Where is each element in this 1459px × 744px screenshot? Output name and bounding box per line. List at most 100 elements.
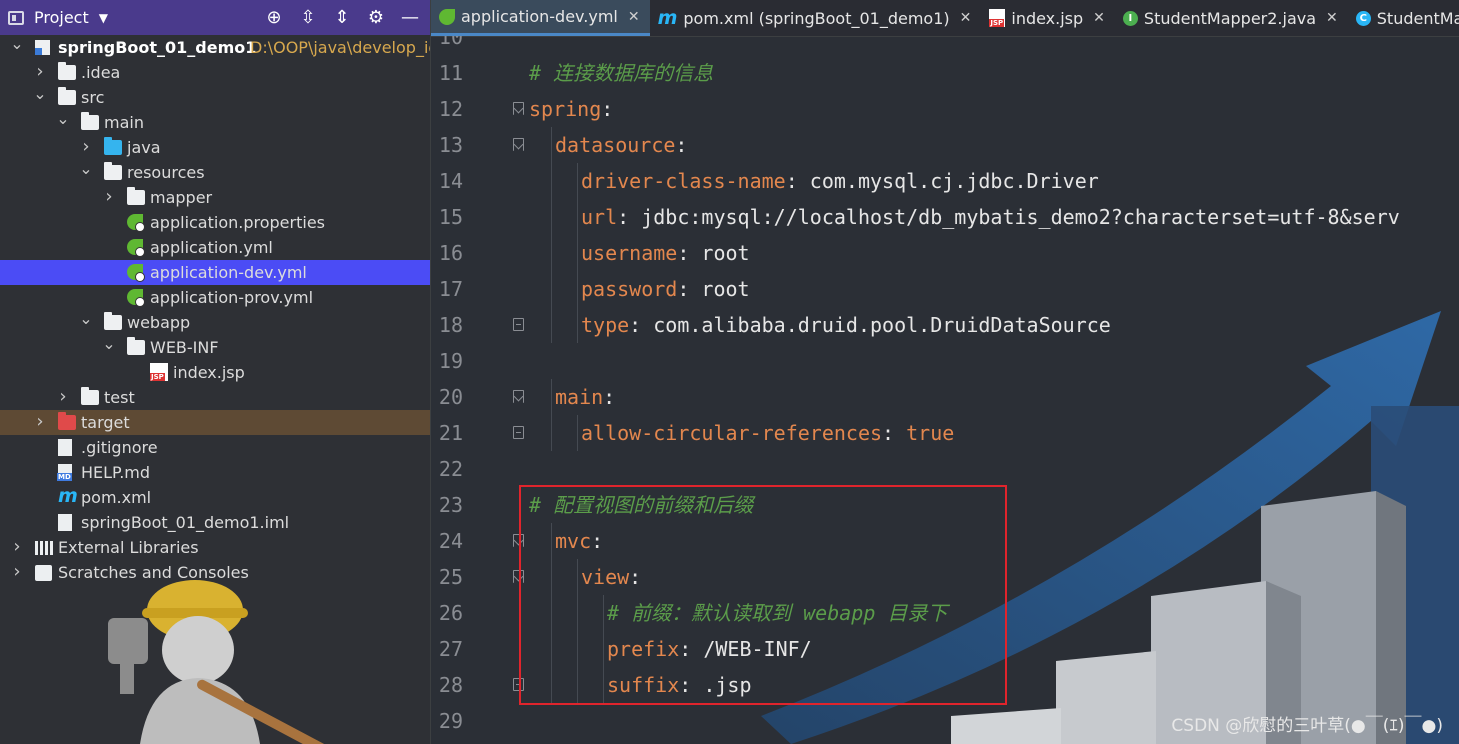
chevron-right-icon[interactable]: › — [10, 535, 24, 559]
tree-item-idea[interactable]: › .idea — [0, 60, 430, 85]
line-number: 12 — [438, 97, 463, 121]
code-text: # 连接数据库的信息 — [529, 55, 713, 91]
tree-item-application-properties[interactable]: application.properties — [0, 210, 430, 235]
tree-item-label: .idea — [81, 63, 121, 82]
chevron-down-icon[interactable]: ⌄ — [10, 35, 24, 53]
tree-item-help-md[interactable]: HELP.md — [0, 460, 430, 485]
code-line: 26 # 前缀：默认读取到 webapp 目录下 — [431, 595, 1459, 631]
tree-item-springboot-01-demo1[interactable]: ⌄ springBoot_01_demo1 D:\OOP\java\develop_… — [0, 35, 430, 60]
close-icon[interactable]: ✕ — [628, 9, 640, 25]
tree-item-application-yml[interactable]: application.yml — [0, 235, 430, 260]
chevron-right-icon[interactable]: › — [33, 410, 47, 434]
tab-pom-xml-springboot-01-demo1[interactable]: m pom.xml (springBoot_01_demo1) ✕ — [650, 0, 982, 36]
tree-item-label: mapper — [150, 188, 213, 207]
chevron-right-icon[interactable]: › — [79, 135, 93, 159]
fold-open-icon[interactable] — [513, 534, 524, 547]
chevron-right-icon[interactable]: › — [10, 560, 24, 584]
tree-item-label: External Libraries — [58, 538, 199, 557]
fold-open-icon[interactable] — [513, 138, 524, 151]
code-text: # 配置视图的前缀和后缀 — [529, 487, 753, 523]
code-editor[interactable]: 10 11 # 连接数据库的信息 12 spring: 13 datasource: 14 dr… — [431, 36, 1459, 744]
tree-item-external-libraries[interactable]: › External Libraries — [0, 535, 430, 560]
indent-guide — [551, 271, 552, 307]
tree-item-webapp[interactable]: ⌄ webapp — [0, 310, 430, 335]
tree-item-java[interactable]: › java — [0, 135, 430, 160]
gear-icon[interactable]: ⚙ — [366, 7, 386, 28]
fold-close-icon[interactable] — [513, 426, 524, 439]
tree-item-test[interactable]: › test — [0, 385, 430, 410]
fold-close-icon[interactable] — [513, 318, 524, 331]
close-icon[interactable]: ✕ — [960, 10, 972, 26]
tab-application-dev-yml[interactable]: application-dev.yml ✕ — [431, 0, 650, 36]
yaml-key: username — [581, 241, 678, 265]
fold-open-icon[interactable] — [513, 390, 524, 403]
line-number: 28 — [438, 673, 463, 697]
module-icon — [35, 40, 50, 55]
chevron-down-icon[interactable]: ⌄ — [79, 310, 93, 328]
chevron-right-icon[interactable]: › — [56, 385, 70, 409]
fold-open-icon[interactable] — [513, 102, 524, 115]
yaml-value: : com.alibaba.druid.pool.DruidDataSource — [629, 313, 1111, 337]
indent-guide — [603, 667, 604, 703]
yaml-comment: # 连接数据库的信息 — [529, 61, 714, 85]
tree-item-pom-xml[interactable]: m pom.xml — [0, 485, 430, 510]
file-icon — [58, 439, 72, 456]
code-line: 24 mvc: — [431, 523, 1459, 559]
folder-icon — [58, 87, 76, 105]
locate-file-icon[interactable]: ⊕ — [264, 7, 284, 28]
close-icon[interactable]: ✕ — [1326, 10, 1338, 26]
project-view-selector[interactable]: Project ▼ — [8, 8, 108, 27]
tree-item-application-dev-yml[interactable]: application-dev.yml — [0, 260, 430, 285]
collapse-all-icon[interactable]: ⇕ — [332, 7, 352, 28]
tab-studentmapper2-java[interactable]: I StudentMapper2.java ✕ — [1115, 0, 1348, 36]
yaml-value: : root — [677, 277, 750, 301]
line-number: 15 — [438, 205, 463, 229]
project-tool-window: Project ▼ ⊕ ⇳ ⇕ ⚙ — ⌄ springBoot_01_demo1… — [0, 0, 431, 744]
tree-item-springboot-01-demo1-iml[interactable]: springBoot_01_demo1.iml — [0, 510, 430, 535]
tree-item-mapper[interactable]: › mapper — [0, 185, 430, 210]
code-text: datasource: — [555, 127, 687, 163]
tree-item-label: application-dev.yml — [150, 263, 307, 282]
project-path: D:\OOP\java\develop_id — [250, 38, 431, 57]
tab-index-jsp[interactable]: index.jsp ✕ — [981, 0, 1115, 36]
chevron-down-icon[interactable]: ⌄ — [79, 160, 93, 178]
spring-config-icon — [127, 214, 145, 232]
hide-icon[interactable]: — — [400, 7, 420, 28]
file-icon — [58, 514, 72, 531]
tree-item-src[interactable]: ⌄ src — [0, 85, 430, 110]
worker-mascot-illustration — [108, 580, 358, 744]
line-number: 25 — [438, 565, 463, 589]
editor-tab-bar: application-dev.yml ✕ m pom.xml (springBoot… — [431, 0, 1459, 37]
yaml-value: : jdbc:mysql://localhost/db_mybatis_demo… — [617, 205, 1400, 229]
close-icon[interactable]: ✕ — [1093, 10, 1105, 26]
line-number: 17 — [438, 277, 463, 301]
chevron-right-icon[interactable]: › — [102, 185, 116, 209]
indent-guide — [551, 595, 552, 631]
chevron-right-icon[interactable]: › — [33, 60, 47, 84]
chevron-down-icon[interactable]: ⌄ — [56, 110, 70, 128]
fold-close-icon[interactable] — [513, 678, 524, 691]
tree-item-resources[interactable]: ⌄ resources — [0, 160, 430, 185]
tree-item-main[interactable]: ⌄ main — [0, 110, 430, 135]
tab-label: pom.xml (springBoot_01_demo1) — [683, 8, 950, 28]
yaml-value: : .jsp — [679, 673, 752, 697]
tree-item-gitignore[interactable]: .gitignore — [0, 435, 430, 460]
tree-item-web-inf[interactable]: ⌄ WEB-INF — [0, 335, 430, 360]
tab-label: StudentMapper2.java — [1143, 8, 1317, 28]
project-window-icon — [8, 10, 24, 25]
tree-item-index-jsp[interactable]: index.jsp — [0, 360, 430, 385]
indent-guide — [551, 523, 552, 559]
fold-open-icon[interactable] — [513, 570, 524, 583]
chevron-down-icon[interactable]: ⌄ — [102, 335, 116, 353]
chevron-down-icon[interactable]: ⌄ — [33, 85, 47, 103]
folder-icon — [81, 112, 99, 130]
code-line: 10 — [431, 36, 1459, 55]
line-number: 29 — [438, 709, 463, 733]
indent-guide — [551, 235, 552, 271]
tree-item-application-prov-yml[interactable]: application-prov.yml — [0, 285, 430, 310]
tree-item-label: src — [81, 88, 105, 107]
tree-item-target[interactable]: › target — [0, 410, 430, 435]
expand-all-icon[interactable]: ⇳ — [298, 7, 318, 28]
editor-window: application-dev.yml ✕ m pom.xml (springBoot… — [431, 0, 1459, 744]
tab-studentmapper2te[interactable]: C StudentMapper2Te — [1348, 0, 1459, 36]
